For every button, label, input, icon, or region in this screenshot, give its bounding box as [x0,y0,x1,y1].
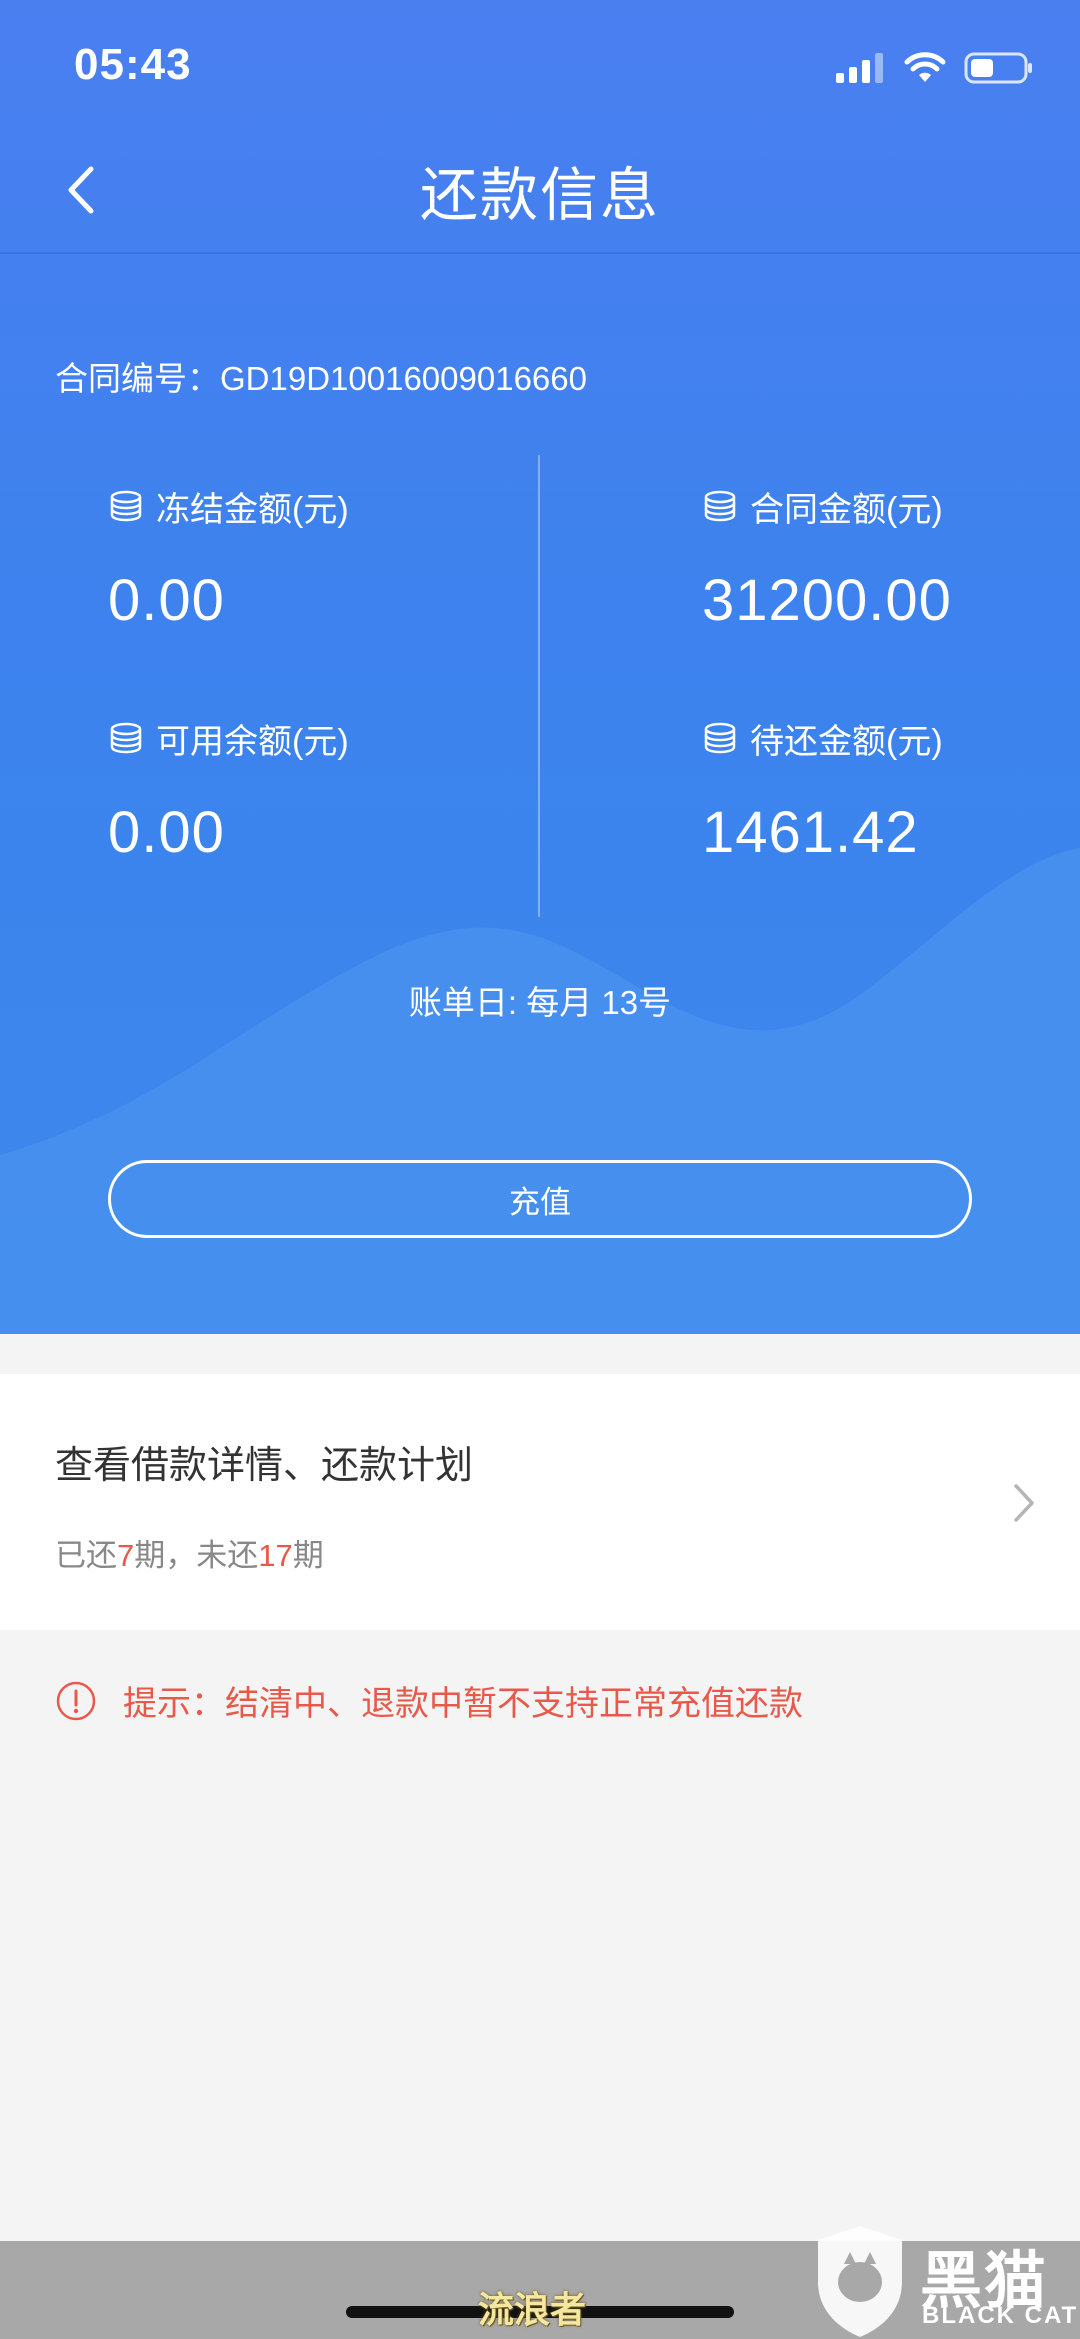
contract-number: 合同编号：GD19D10016009016660 [55,352,587,400]
frozen-amount-value: 0.00 [108,568,225,633]
black-cat-logo: 黑猫 BLACK CAT [810,2222,1080,2339]
account-summary-header: 05:43 还款信息 合同编号：GD19D10016009016660 冻结金额… [0,0,1080,1334]
loan-details-title: 查看借款详情、还款计划 [55,1445,474,1487]
stats-divider [538,455,540,917]
nav-divider [0,252,1080,254]
unpaid-count: 17 [258,1538,293,1573]
contract-amount-value: 31200.00 [702,568,952,633]
contract-number-label: 合同编号： [55,360,220,397]
status-time: 05:43 [74,40,192,89]
status-bar: 05:43 [0,0,1080,130]
paid-suffix: 期，未还 [134,1538,259,1573]
pending-amount-stat: 待还金额(元) 1461.42 [702,714,943,866]
bill-day: 账单日: 每月 13号 [408,984,672,1021]
contract-amount-stat: 合同金额(元) 31200.00 [702,482,952,634]
frozen-amount-stat: 冻结金额(元) 0.00 [108,482,349,634]
recharge-button[interactable]: 充值 [108,1160,972,1238]
shield-cat-icon [818,2226,902,2337]
available-balance-label: 可用余额(元) [156,723,349,761]
pending-amount-value: 1461.42 [702,800,919,865]
watermark-text: 流浪者 [478,2289,587,2330]
paid-prefix: 已还 [55,1538,117,1573]
contract-number-value: GD19D10016009016660 [220,360,587,397]
coin-stack-icon [110,490,142,521]
battery-icon [964,52,1032,84]
available-balance-stat: 可用余额(元) 0.00 [108,714,349,866]
frozen-amount-label: 冻结金额(元) [156,491,349,529]
navigation-bar: 还款信息 [0,130,1080,254]
coin-stack-icon [110,722,142,753]
loan-details-entry[interactable]: 查看借款详情、还款计划 已还7期，未还17期 [0,1374,1080,1630]
page-title: 还款信息 [419,163,660,228]
repayment-info-page: 05:43 还款信息 合同编号：GD19D10016009016660 冻结金额… [0,0,1080,2339]
status-icons [836,48,1034,88]
available-balance-value: 0.00 [108,800,225,865]
contract-amount-label: 合同金额(元) [750,491,943,529]
paid-count: 7 [117,1538,135,1573]
notice-text: 提示：结清中、退款中暂不支持正常充值还款 [123,1685,803,1723]
wifi-icon [904,52,946,82]
coin-stack-icon [704,490,736,521]
coin-stack-icon [704,722,736,753]
logo-english: BLACK CAT [922,2302,1079,2329]
signal-icon [836,53,883,83]
pending-amount-label: 待还金额(元) [750,723,943,761]
chevron-right-icon [1014,1484,1034,1522]
notice: 提示：结清中、退款中暂不支持正常充值还款 [55,1676,803,1725]
installment-progress: 已还7期，未还17期 [55,1530,324,1575]
warning-circle-icon [56,1681,96,1720]
unpaid-suffix: 期 [292,1538,324,1573]
